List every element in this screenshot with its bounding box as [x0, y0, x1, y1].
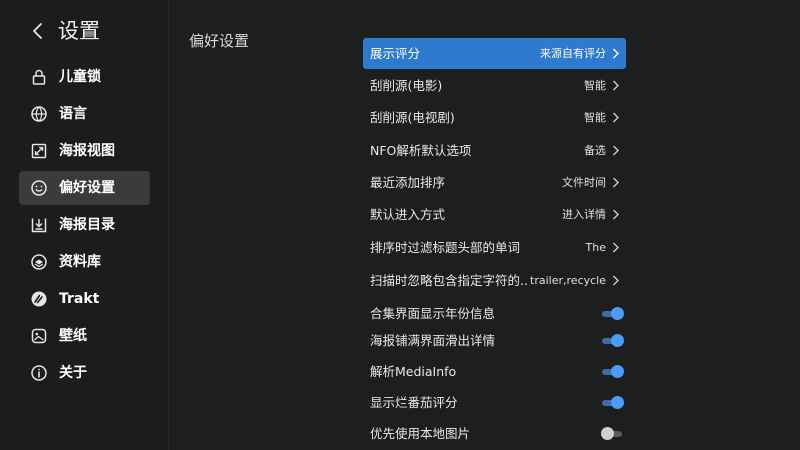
setting-label: 默认进入方式	[370, 207, 446, 222]
sidebar-item-library[interactable]: 资料库	[19, 245, 150, 279]
setting-value: 智能	[584, 111, 606, 124]
setting-value: The	[585, 241, 606, 254]
setting-value: 进入详情	[562, 208, 606, 221]
toggle-switch[interactable]	[601, 427, 624, 441]
setting-row-prefer-local-images[interactable]: 优先使用本地图片	[363, 418, 626, 449]
globe-icon	[31, 106, 47, 122]
sidebar-item-label: 海报视图	[59, 143, 115, 159]
chevron-right-icon	[613, 112, 619, 123]
sidebar-item-wallpaper[interactable]: 壁纸	[19, 319, 150, 353]
setting-row-sort-filter-words[interactable]: 排序时过滤标题头部的单词 The	[363, 232, 626, 263]
setting-label: 排序时过滤标题头部的单词	[370, 240, 521, 255]
setting-label: 刮削源(电影)	[370, 78, 443, 93]
sidebar-item-trakt[interactable]: Trakt	[19, 282, 150, 316]
setting-row-rotten-tomatoes[interactable]: 显示烂番茄评分	[363, 387, 626, 418]
setting-label: 扫描时忽略包含指定字符的..	[370, 273, 528, 288]
sidebar-header: 设置	[0, 0, 169, 64]
setting-row-default-entry[interactable]: 默认进入方式 进入详情	[363, 199, 626, 230]
toggle-knob	[611, 396, 624, 409]
back-arrow-icon[interactable]	[30, 22, 46, 40]
setting-value: 备选	[584, 144, 606, 157]
sidebar-item-label: 海报目录	[59, 217, 115, 233]
setting-label: 解析MediaInfo	[370, 364, 457, 379]
setting-label: 展示评分	[370, 46, 421, 61]
setting-row-scraper-tv[interactable]: 刮削源(电视剧) 智能	[363, 102, 626, 133]
setting-label: 刮削源(电视剧)	[370, 110, 455, 125]
library-icon	[31, 254, 47, 270]
lock-icon	[32, 69, 46, 85]
chevron-right-icon	[613, 275, 619, 286]
setting-label: 最近添加排序	[370, 175, 446, 190]
setting-row-nfo-default[interactable]: NFO解析默认选项 备选	[363, 135, 626, 166]
toggle-knob	[601, 427, 614, 440]
page-title: 偏好设置	[189, 32, 250, 50]
toggle-switch[interactable]	[602, 334, 624, 348]
sidebar-item-label: 资料库	[59, 254, 101, 270]
smiley-icon	[31, 180, 47, 196]
trakt-icon	[31, 291, 47, 307]
setting-label: 优先使用本地图片	[370, 426, 471, 441]
setting-value: 文件时间	[562, 176, 606, 189]
setting-label: 显示烂番茄评分	[370, 395, 458, 410]
setting-row-display-rating[interactable]: 展示评分 来源自有评分	[363, 38, 626, 69]
sidebar-item-label: 偏好设置	[59, 180, 115, 196]
sidebar-title: 设置	[58, 19, 100, 43]
sidebar: 设置 儿童锁 语言 海报视图 偏好设置 海报目录 资料库 Trakt 壁纸 关于	[0, 0, 169, 450]
sidebar-item-language[interactable]: 语言	[19, 97, 150, 131]
wallpaper-icon	[31, 328, 47, 344]
chevron-right-icon	[613, 48, 619, 59]
sidebar-item-label: Trakt	[59, 291, 100, 307]
toggle-switch[interactable]	[602, 396, 624, 410]
chevron-right-icon	[613, 80, 619, 91]
sidebar-item-preferences[interactable]: 偏好设置	[19, 171, 150, 205]
sidebar-item-poster-directory[interactable]: 海报目录	[19, 208, 150, 242]
chevron-right-icon	[613, 145, 619, 156]
toggle-knob	[611, 307, 624, 320]
sidebar-item-label: 关于	[59, 365, 87, 381]
chevron-right-icon	[613, 209, 619, 220]
sidebar-item-poster-view[interactable]: 海报视图	[19, 134, 150, 168]
toggle-knob	[611, 365, 624, 378]
download-box-icon	[31, 218, 47, 233]
expand-icon	[31, 143, 47, 159]
setting-value: 来源自有评分	[540, 47, 606, 60]
setting-value: trailer,recycle	[530, 274, 606, 287]
setting-row-recent-sort[interactable]: 最近添加排序 文件时间	[363, 167, 626, 198]
toggle-switch[interactable]	[602, 307, 624, 321]
setting-row-scraper-movie[interactable]: 刮削源(电影) 智能	[363, 70, 626, 101]
setting-label: NFO解析默认选项	[370, 143, 472, 158]
info-icon	[31, 365, 47, 381]
sidebar-item-about[interactable]: 关于	[19, 356, 150, 390]
setting-value: 智能	[584, 79, 606, 92]
setting-row-scan-ignore[interactable]: 扫描时忽略包含指定字符的.. trailer,recycle	[363, 265, 626, 296]
sidebar-item-label: 语言	[59, 106, 87, 122]
toggle-switch[interactable]	[602, 365, 624, 379]
sidebar-item-child-lock[interactable]: 儿童锁	[19, 60, 150, 94]
setting-label: 合集界面显示年份信息	[370, 306, 496, 321]
setting-row-parse-mediainfo[interactable]: 解析MediaInfo	[363, 356, 626, 387]
sidebar-item-label: 壁纸	[59, 328, 87, 344]
chevron-right-icon	[613, 242, 619, 253]
setting-label: 海报铺满界面滑出详情	[370, 333, 496, 348]
setting-row-poster-slide-detail[interactable]: 海报铺满界面滑出详情	[363, 325, 626, 356]
sidebar-item-label: 儿童锁	[59, 69, 101, 85]
chevron-right-icon	[613, 177, 619, 188]
toggle-knob	[611, 334, 624, 347]
